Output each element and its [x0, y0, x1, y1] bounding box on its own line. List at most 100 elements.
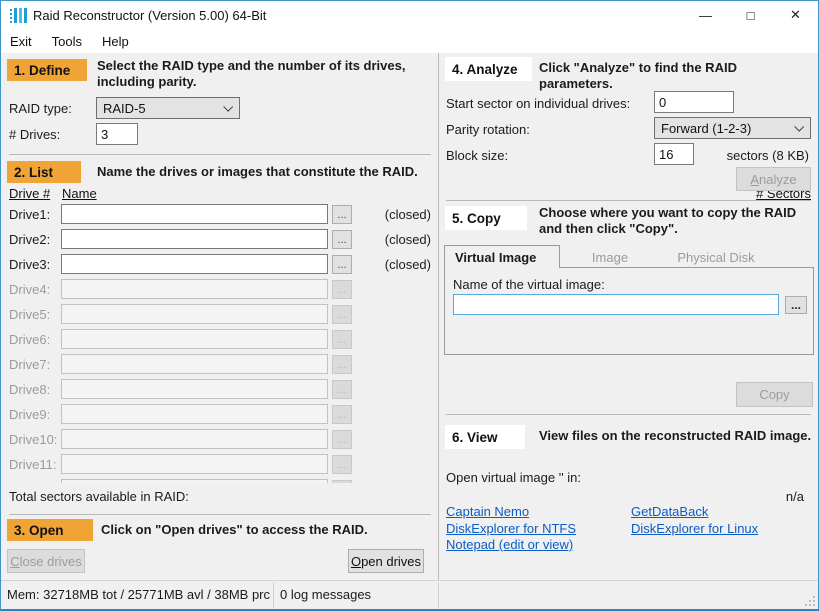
drive-label: Drive8: — [9, 382, 50, 397]
links-col1: Captain NemoDiskExplorer for NTFSNotepad… — [446, 504, 576, 554]
open-in-link[interactable]: GetDataBack — [631, 504, 758, 521]
drive-row: Drive2:... (closed) — [1, 228, 438, 253]
browse-button: ... — [332, 380, 352, 399]
drive-label: Drive6: — [9, 332, 50, 347]
log-messages-status: 0 log messages — [280, 587, 371, 602]
drive-row: Drive6:... — [1, 328, 438, 353]
raid-type-label: RAID type: — [9, 101, 72, 116]
drive-rows: Drive1:...(closed)Drive2:...(closed)Driv… — [1, 203, 438, 483]
drive-name-input — [61, 429, 328, 449]
browse-button: ... — [332, 280, 352, 299]
open-drives-button[interactable]: Open drives — [348, 549, 424, 573]
drive-label: Drive9: — [9, 407, 50, 422]
window-title: Raid Reconstructor (Version 5.00) 64-Bit — [33, 8, 266, 23]
drive-row-clipped: ... — [1, 478, 438, 483]
start-sector-input[interactable] — [654, 91, 734, 113]
total-sectors-value: n/a — [786, 489, 804, 504]
resize-grip-icon[interactable] — [805, 596, 815, 606]
section-open-badge: 3. Open — [7, 519, 93, 541]
separator — [9, 154, 431, 155]
drive-name-input[interactable] — [61, 254, 328, 274]
section-analyze-description: Click "Analyze" to find the RAID paramet… — [539, 60, 814, 92]
tab-image[interactable]: Image — [560, 246, 660, 269]
drive-name-input — [61, 404, 328, 424]
drive-row: Drive8:... — [1, 378, 438, 403]
section-define-badge: 1. Define — [7, 59, 87, 81]
drive-row: Drive7:... — [1, 353, 438, 378]
section-define-description: Select the RAID type and the number of i… — [97, 58, 429, 90]
browse-button: ... — [332, 305, 352, 324]
browse-button: ... — [332, 455, 352, 474]
drive-row: Drive9:... — [1, 403, 438, 428]
virtual-image-tab-panel: Name of the virtual image: ... — [444, 267, 814, 355]
parity-rotation-select[interactable]: Forward (1-2-3) — [654, 117, 811, 139]
memory-status: Mem: 32718MB tot / 25771MB avl / 38MB pr… — [7, 587, 270, 602]
tab-virtual-image[interactable]: Virtual Image — [444, 245, 560, 268]
drive-status: (closed) — [385, 257, 431, 272]
maximize-button[interactable]: □ — [728, 1, 773, 29]
drive-label: Drive5: — [9, 307, 50, 322]
drive-name-input — [61, 379, 328, 399]
drive-row: Drive1:... (closed) — [1, 203, 438, 228]
open-virtual-image-label: Open virtual image '' in: — [446, 470, 581, 485]
drive-row: Drive5:... — [1, 303, 438, 328]
parity-rotation-label: Parity rotation: — [446, 122, 530, 137]
block-size-label: Block size: — [446, 148, 508, 163]
virtual-image-name-label: Name of the virtual image: — [453, 277, 605, 292]
virtual-image-name-input[interactable] — [453, 294, 779, 315]
separator — [9, 514, 431, 515]
close-button[interactable]: ✕ — [773, 1, 818, 29]
section-list-badge: 2. List — [7, 161, 81, 183]
tab-physical-disk[interactable]: Physical Disk — [660, 246, 772, 269]
drive-name-input — [61, 454, 328, 474]
links-col2: GetDataBackDiskExplorer for Linux — [631, 504, 758, 537]
copy-button: Copy — [736, 382, 813, 407]
open-in-link[interactable]: Captain Nemo — [446, 504, 576, 521]
app-icon — [10, 8, 27, 23]
drive-status: (closed) — [385, 207, 431, 222]
drive-label: Drive10: — [9, 432, 57, 447]
browse-button[interactable]: ... — [332, 255, 352, 274]
parity-rotation-value: Forward (1-2-3) — [661, 121, 751, 136]
drive-name-input — [61, 304, 328, 324]
title-bar: Raid Reconstructor (Version 5.00) 64-Bit… — [1, 1, 818, 29]
section-view-badge: 6. View — [445, 425, 525, 449]
open-in-link[interactable]: Notepad (edit or view) — [446, 537, 576, 554]
browse-button: ... — [332, 355, 352, 374]
chevron-down-icon — [223, 102, 233, 112]
browse-button[interactable]: ... — [332, 205, 352, 224]
menu-exit[interactable]: Exit — [10, 32, 42, 51]
browse-button: ... — [332, 480, 352, 483]
browse-virtual-image-button[interactable]: ... — [785, 296, 807, 314]
raid-type-select[interactable]: RAID-5 — [96, 97, 240, 119]
drive-name-input[interactable] — [61, 204, 328, 224]
section-analyze-badge: 4. Analyze — [445, 57, 532, 81]
open-in-link[interactable]: DiskExplorer for NTFS — [446, 521, 576, 538]
drive-name-input — [61, 354, 328, 374]
pane-divider — [438, 53, 439, 580]
app-window: Raid Reconstructor (Version 5.00) 64-Bit… — [0, 0, 819, 611]
column-header-drive: Drive # — [9, 186, 50, 201]
num-drives-input[interactable] — [96, 123, 138, 145]
drive-name-input — [61, 479, 328, 483]
total-sectors-label: Total sectors available in RAID: — [9, 489, 189, 504]
status-bar: Mem: 32718MB tot / 25771MB avl / 38MB pr… — [1, 580, 818, 609]
drive-row: Drive3:... (closed) — [1, 253, 438, 278]
menu-help[interactable]: Help — [102, 32, 139, 51]
open-in-link[interactable]: DiskExplorer for Linux — [631, 521, 758, 538]
drive-label: Drive2: — [9, 232, 50, 247]
menu-tools[interactable]: Tools — [52, 32, 92, 51]
menu-bar: Exit Tools Help — [1, 29, 818, 53]
drive-label: Drive3: — [9, 257, 50, 272]
statusbar-separator — [273, 582, 274, 608]
browse-button[interactable]: ... — [332, 230, 352, 249]
section-list-description: Name the drives or images that constitut… — [97, 164, 437, 180]
drive-label: Drive1: — [9, 207, 50, 222]
separator — [446, 414, 811, 415]
minimize-button[interactable]: — — [683, 1, 728, 29]
drive-name-input[interactable] — [61, 229, 328, 249]
browse-button: ... — [332, 430, 352, 449]
drive-row: Drive10:... — [1, 428, 438, 453]
drive-status: (closed) — [385, 232, 431, 247]
block-size-input[interactable] — [654, 143, 694, 165]
